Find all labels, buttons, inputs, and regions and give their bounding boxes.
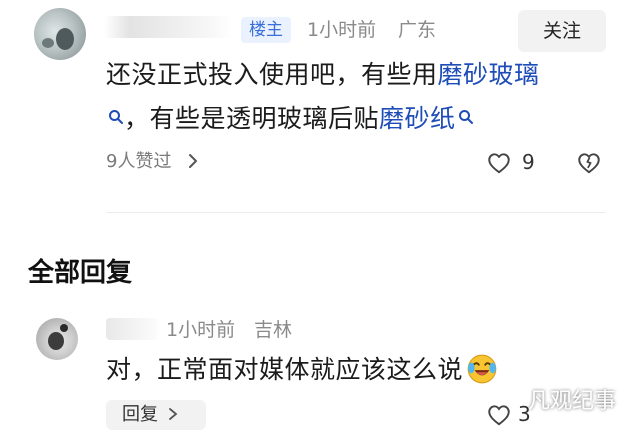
follow-button[interactable]: 关注 — [518, 10, 606, 52]
replier-avatar[interactable] — [36, 318, 78, 360]
post-text-1: 还没正式投入使用吧，有些用 — [106, 60, 438, 89]
post-location: 广东 — [398, 19, 437, 41]
section-divider — [106, 212, 606, 213]
reply-button[interactable]: 回复 — [106, 400, 206, 430]
post-content: 还没正式投入使用吧，有些用磨砂玻璃 ，有些是透明玻璃后贴磨砂纸 — [106, 57, 606, 137]
op-badge: 楼主 — [241, 17, 291, 43]
laughing-emoji-icon — [467, 354, 497, 384]
post-time: 1小时前 — [307, 19, 377, 41]
post-text-2: ，有些是透明玻璃后贴 — [124, 104, 380, 133]
reply-text: 对，正常面对媒体就应该这么说 — [106, 355, 464, 384]
likers-link[interactable]: 9人赞过 — [106, 150, 199, 174]
reply-time: 1小时前 — [166, 319, 236, 341]
watermark-text: 凡观纪事 — [528, 389, 617, 414]
post-content-line-1: 还没正式投入使用吧，有些用磨砂玻璃 — [106, 57, 606, 93]
reply-button-label: 回复 — [122, 404, 158, 425]
heart-icon[interactable] — [486, 402, 512, 428]
post-like-count: 9 — [522, 150, 535, 174]
post-content-line-2: ，有些是透明玻璃后贴磨砂纸 — [106, 101, 606, 137]
heart-icon[interactable] — [486, 150, 512, 176]
chevron-right-icon — [168, 408, 178, 420]
reply-content: 对，正常面对媒体就应该这么说 — [106, 352, 499, 388]
likers-label: 9人赞过 — [106, 151, 172, 172]
keyword-link-frosted-glass[interactable]: 磨砂玻璃 — [438, 60, 540, 89]
dislike-icon[interactable] — [576, 150, 602, 176]
replier-username-blurred — [106, 318, 158, 340]
poster-avatar[interactable] — [34, 8, 86, 60]
poster-username-blurred — [104, 16, 232, 38]
keyword-link-frosted-paper[interactable]: 磨砂纸 — [379, 104, 456, 133]
search-icon[interactable] — [458, 109, 474, 125]
search-icon[interactable] — [108, 109, 124, 125]
reply-location: 吉林 — [254, 319, 293, 341]
chevron-right-icon — [188, 154, 197, 168]
all-replies-heading: 全部回复 — [28, 258, 133, 288]
